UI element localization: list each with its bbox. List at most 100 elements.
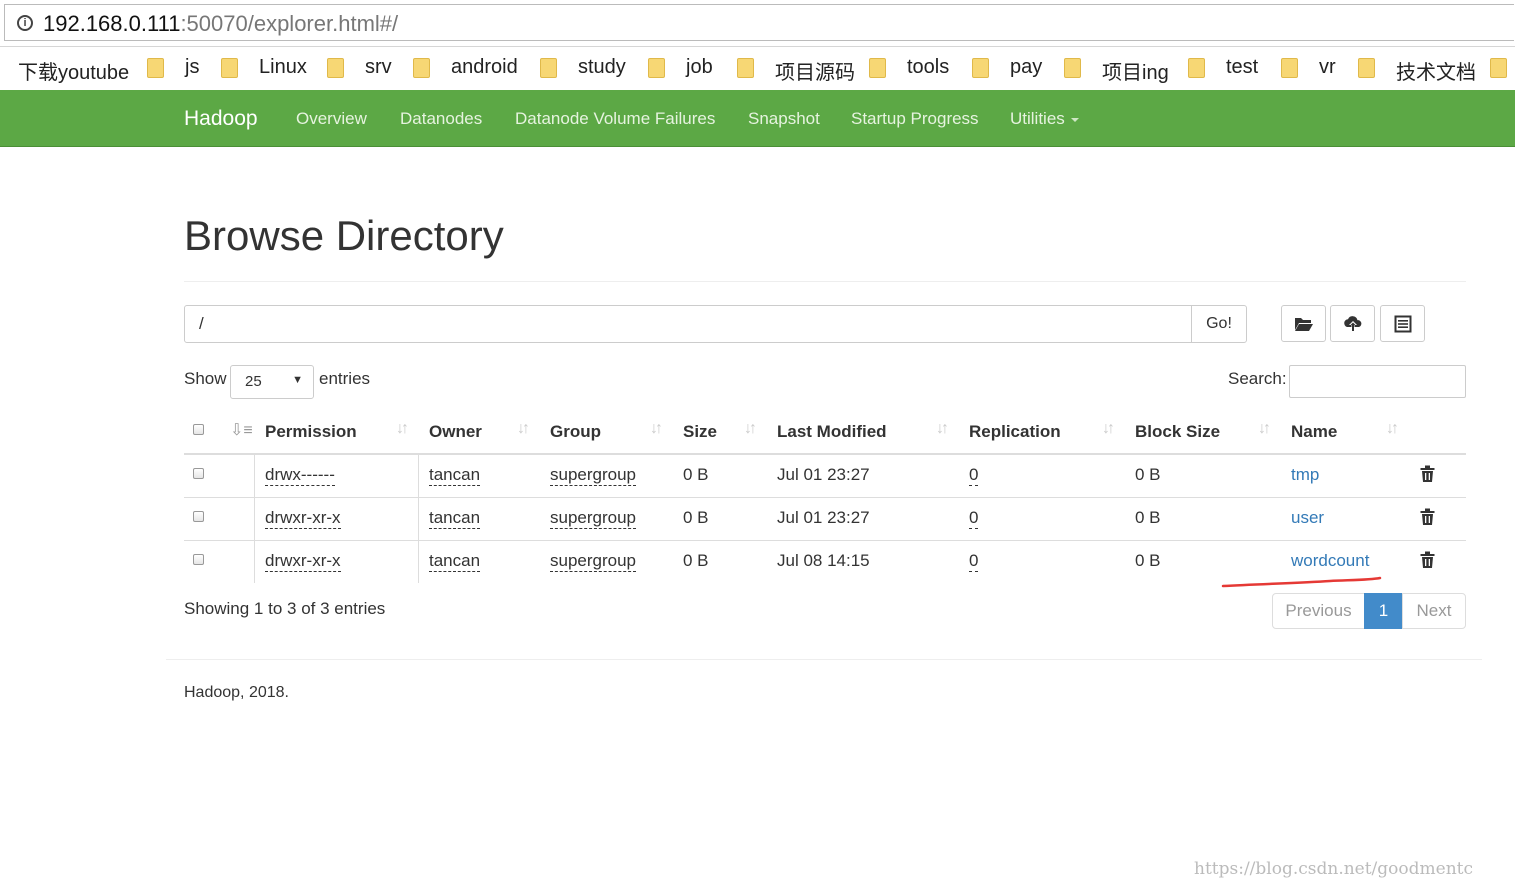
sort-icon[interactable]: ↓↑ — [396, 420, 409, 438]
bookmark-item[interactable]: 下载youtube — [18, 56, 129, 85]
brand-link[interactable]: Hadoop — [184, 107, 258, 131]
url-path: :50070/explorer.html#/ — [180, 11, 399, 36]
permission-cell[interactable]: drwxr-xr-x — [265, 551, 341, 572]
row-divider — [184, 540, 1466, 541]
footer-divider — [166, 659, 1482, 660]
watermark-text: https://blog.csdn.net/goodmentc — [1194, 859, 1474, 879]
group-cell[interactable]: supergroup — [550, 551, 637, 572]
trash-icon[interactable] — [1420, 551, 1435, 569]
entries-label: entries — [319, 369, 371, 388]
nav-utilities-label: Utilities — [1010, 109, 1065, 128]
info-icon[interactable]: i — [17, 15, 33, 31]
modified-cell: Jul 01 23:27 — [777, 465, 870, 484]
page-1-button[interactable]: 1 — [1364, 593, 1403, 629]
column-divider — [418, 455, 419, 583]
cut-paste-button[interactable] — [1380, 305, 1425, 342]
bookmark-item[interactable]: test — [1226, 56, 1258, 79]
header-size[interactable]: Size — [683, 422, 717, 442]
sort-desc-icon[interactable]: ⇩≡ — [230, 420, 253, 440]
group-cell[interactable]: supergroup — [550, 508, 637, 529]
replication-cell[interactable]: 0 — [969, 508, 979, 529]
name-link[interactable]: wordcount — [1291, 551, 1369, 571]
divider — [184, 281, 1466, 282]
search-label: Search: — [1228, 369, 1287, 388]
trash-icon[interactable] — [1420, 465, 1435, 483]
bookmark-item[interactable]: job — [686, 56, 713, 79]
block-size-cell: 0 B — [1135, 551, 1161, 570]
bookmarks-bar: 下载youtube js Linux srv android study job… — [0, 47, 1515, 89]
size-cell: 0 B — [683, 551, 709, 570]
nav-overview[interactable]: Overview — [296, 109, 367, 129]
folder-icon — [1281, 58, 1298, 78]
select-all-checkbox[interactable] — [193, 424, 204, 435]
modified-cell: Jul 08 14:15 — [777, 551, 870, 570]
sort-icon[interactable]: ↓↑ — [1258, 420, 1271, 438]
previous-button[interactable]: Previous — [1272, 593, 1365, 629]
bookmark-item[interactable]: 项目源码 — [775, 56, 855, 85]
row-divider — [184, 497, 1466, 498]
bookmark-item[interactable]: vr — [1319, 56, 1336, 79]
red-underline-annotation — [1221, 576, 1382, 588]
header-group[interactable]: Group — [550, 422, 601, 442]
create-directory-button[interactable] — [1281, 305, 1326, 342]
replication-cell[interactable]: 0 — [969, 465, 979, 486]
dropdown-arrow-icon: ▼ — [292, 374, 303, 386]
folder-icon — [737, 58, 754, 78]
upload-files-button[interactable] — [1330, 305, 1375, 342]
bookmark-item[interactable]: android — [451, 56, 518, 79]
row-checkbox[interactable] — [193, 511, 204, 522]
header-name[interactable]: Name — [1291, 422, 1337, 442]
directory-path-input[interactable]: / — [184, 305, 1192, 343]
row-checkbox[interactable] — [193, 468, 204, 479]
block-size-cell: 0 B — [1135, 508, 1161, 527]
search-input[interactable] — [1289, 365, 1466, 398]
row-checkbox[interactable] — [193, 554, 204, 565]
permission-cell[interactable]: drwx------ — [265, 465, 335, 486]
header-permission[interactable]: Permission — [265, 422, 357, 442]
nav-utilities-dropdown[interactable]: Utilities — [1010, 109, 1079, 129]
group-cell[interactable]: supergroup — [550, 465, 637, 486]
size-cell: 0 B — [683, 465, 709, 484]
size-cell: 0 B — [683, 508, 709, 527]
header-replication[interactable]: Replication — [969, 422, 1061, 442]
name-link[interactable]: tmp — [1291, 465, 1319, 485]
page-length-select[interactable]: 25 ▼ — [230, 365, 314, 399]
folder-icon — [540, 58, 557, 78]
url-field[interactable]: i 192.168.0.111:50070/explorer.html#/ — [4, 4, 1514, 41]
bookmark-item[interactable]: tools — [907, 56, 949, 79]
bookmark-item[interactable]: pay — [1010, 56, 1042, 79]
bookmark-item[interactable]: 项目ing — [1102, 56, 1169, 85]
block-size-cell: 0 B — [1135, 465, 1161, 484]
header-block-size[interactable]: Block Size — [1135, 422, 1220, 442]
url-host: 192.168.0.111 — [43, 11, 181, 36]
nav-startup-progress[interactable]: Startup Progress — [851, 109, 979, 129]
permission-cell[interactable]: drwxr-xr-x — [265, 508, 341, 529]
page-length-value: 25 — [245, 373, 262, 390]
sort-icon[interactable]: ↓↑ — [744, 420, 757, 438]
header-owner[interactable]: Owner — [429, 422, 482, 442]
name-link[interactable]: user — [1291, 508, 1324, 528]
sort-icon[interactable]: ↓↑ — [1386, 420, 1399, 438]
replication-cell[interactable]: 0 — [969, 551, 979, 572]
nav-datanodes[interactable]: Datanodes — [400, 109, 482, 129]
bookmark-item[interactable]: study — [578, 56, 626, 79]
nav-snapshot[interactable]: Snapshot — [748, 109, 820, 129]
next-button[interactable]: Next — [1402, 593, 1466, 629]
go-button[interactable]: Go! — [1191, 305, 1247, 343]
pagination-info: Showing 1 to 3 of 3 entries — [184, 599, 386, 618]
owner-cell[interactable]: tancan — [429, 508, 481, 529]
trash-icon[interactable] — [1420, 508, 1435, 526]
owner-cell[interactable]: tancan — [429, 465, 481, 486]
bookmark-item[interactable]: Linux — [259, 56, 307, 79]
owner-cell[interactable]: tancan — [429, 551, 481, 572]
header-last-modified[interactable]: Last Modified — [777, 422, 887, 442]
bookmark-item[interactable]: srv — [365, 56, 392, 79]
bookmark-item[interactable]: 技术文档 — [1396, 56, 1476, 85]
sort-icon[interactable]: ↓↑ — [517, 420, 530, 438]
sort-icon[interactable]: ↓↑ — [936, 420, 949, 438]
nav-volume-failures[interactable]: Datanode Volume Failures — [515, 109, 715, 129]
sort-icon[interactable]: ↓↑ — [1102, 420, 1115, 438]
bookmark-item[interactable]: js — [185, 56, 199, 79]
sort-icon[interactable]: ↓↑ — [650, 420, 663, 438]
cloud-upload-icon — [1343, 316, 1361, 331]
